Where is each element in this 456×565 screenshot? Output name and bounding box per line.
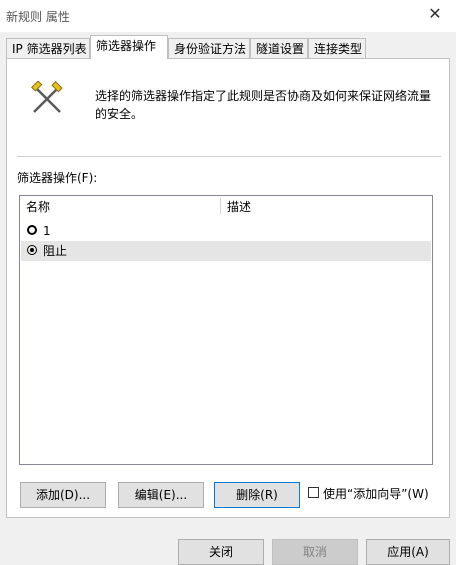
list-item[interactable]: 阻止 [21, 241, 431, 261]
cancel-button[interactable]: 取消 [272, 539, 358, 565]
edit-button[interactable]: 编辑(E)... [118, 482, 204, 508]
divider [17, 156, 441, 157]
title-bar: 新规则 属性 ✕ [0, 0, 456, 32]
radio-button[interactable] [27, 225, 37, 235]
tab-ip-filter-list[interactable]: IP 筛选器列表 [6, 38, 90, 58]
radio-button[interactable] [27, 245, 37, 255]
filter-action-icon [31, 81, 63, 113]
filter-action-list-label: 筛选器操作(F): [17, 171, 98, 185]
close-icon[interactable]: ✕ [424, 4, 446, 23]
window-title: 新规则 属性 [6, 10, 70, 24]
filter-action-list[interactable]: 名称 描述 1 阻止 [19, 195, 433, 465]
column-header-description[interactable]: 描述 [221, 196, 427, 218]
list-item-name: 1 [43, 224, 51, 238]
add-wizard-label: 使用“添加向导”(W) [323, 487, 429, 501]
list-item-name: 阻止 [43, 244, 68, 258]
tab-panel-filter-action: 选择的筛选器操作指定了此规则是否协商及如何来保证网络流量的安全。 筛选器操作(F… [6, 58, 450, 518]
add-wizard-checkbox[interactable] [308, 487, 319, 498]
column-header-name[interactable]: 名称 [20, 196, 226, 218]
tab-authentication-methods[interactable]: 身份验证方法 [168, 38, 250, 58]
tab-strip: IP 筛选器列表 筛选器操作 身份验证方法 隧道设置 连接类型 [6, 35, 450, 60]
close-button[interactable]: 关闭 [178, 539, 264, 565]
filter-action-description: 选择的筛选器操作指定了此规则是否协商及如何来保证网络流量的安全。 [95, 89, 432, 121]
tab-filter-action[interactable]: 筛选器操作 [90, 35, 168, 59]
list-item[interactable]: 1 [21, 221, 431, 241]
delete-button[interactable]: 删除(R) [214, 482, 300, 508]
tab-connection-type[interactable]: 连接类型 [308, 38, 366, 58]
add-button[interactable]: 添加(D)... [20, 482, 106, 508]
tab-tunnel-settings[interactable]: 隧道设置 [250, 38, 308, 58]
apply-button[interactable]: 应用(A) [366, 539, 450, 565]
